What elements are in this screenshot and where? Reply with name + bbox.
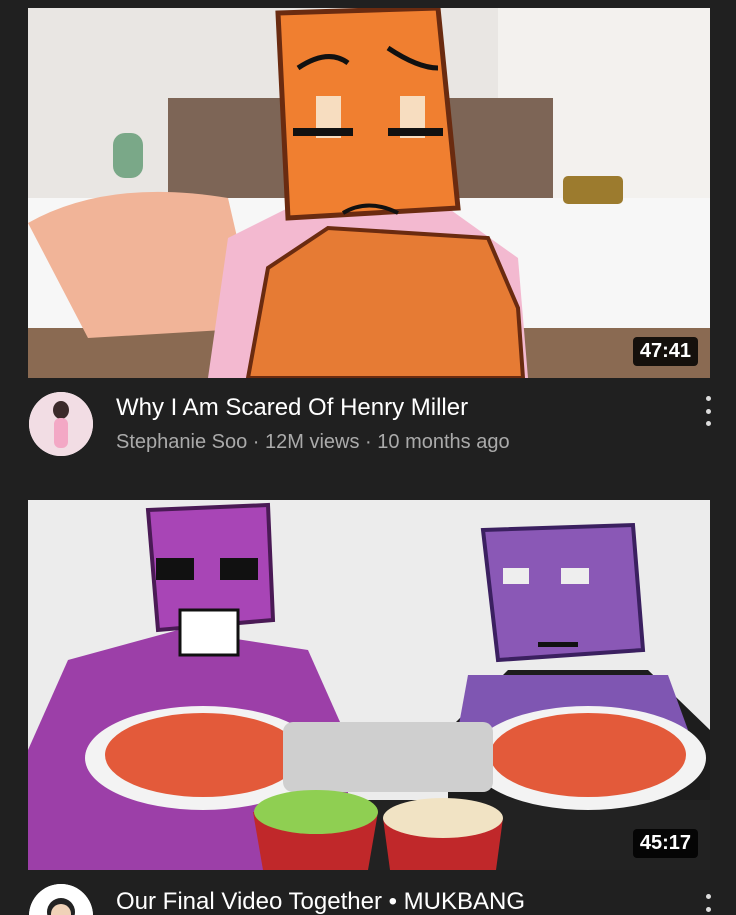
video-title[interactable]: Our Final Video Together • MUKBANG: [116, 888, 525, 915]
channel-avatar[interactable]: [29, 392, 93, 456]
video-meta: Why I Am Scared Of Henry Miller Stephani…: [0, 388, 736, 468]
kebab-menu-icon[interactable]: [698, 396, 718, 426]
thumbnail-image: [28, 8, 710, 378]
video-card[interactable]: 45:17 Our Final Video Together • MUKBANG: [0, 470, 736, 915]
kebab-menu-icon[interactable]: [698, 894, 718, 915]
video-duration: 47:41: [632, 337, 698, 366]
video-subline: Stephanie Soo · 12M views · 10 months ag…: [116, 431, 510, 454]
video-duration: 45:17: [632, 829, 698, 858]
video-thumbnail[interactable]: 45:17: [28, 500, 710, 870]
separator: ·: [359, 431, 378, 453]
avatar-image: [29, 884, 93, 915]
view-count: 12M views: [265, 431, 360, 453]
avatar-image: [29, 392, 93, 456]
channel-name[interactable]: Stephanie Soo: [116, 431, 247, 453]
channel-avatar[interactable]: [29, 884, 93, 915]
video-meta: Our Final Video Together • MUKBANG: [0, 880, 736, 915]
upload-age: 10 months ago: [377, 431, 510, 453]
video-title[interactable]: Why I Am Scared Of Henry Miller: [116, 394, 468, 422]
thumbnail-image: [28, 500, 710, 870]
video-thumbnail[interactable]: 47:41: [28, 8, 710, 378]
separator: ·: [247, 431, 266, 453]
video-card[interactable]: 47:41 Why I Am Scared Of Henry Miller St…: [0, 0, 736, 470]
